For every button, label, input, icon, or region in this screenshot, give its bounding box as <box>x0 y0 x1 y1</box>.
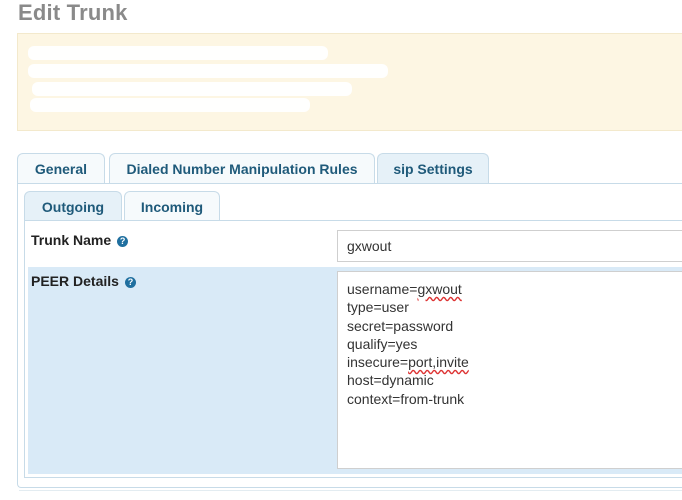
peer-details-textarea[interactable]: username=gxwout type=user secret=passwor… <box>337 271 682 469</box>
peer-line: type=user <box>347 299 409 316</box>
redacted-text <box>32 82 352 96</box>
tab-label: Incoming <box>140 199 204 215</box>
tab-outgoing[interactable]: Outgoing <box>24 191 122 222</box>
peer-line: username=gxwout <box>347 281 462 297</box>
redacted-text <box>30 98 310 112</box>
peer-line: qualify=yes <box>347 335 418 352</box>
peer-details-label: PEER Details? <box>31 273 136 289</box>
peer-details-label-text: PEER Details <box>31 273 119 289</box>
trunk-name-label-text: Trunk Name <box>31 232 112 248</box>
peer-line: host=dynamic <box>347 372 434 389</box>
redacted-text <box>28 64 388 78</box>
trunk-name-label: Trunk Name? <box>31 232 129 248</box>
page-title: Edit Trunk <box>18 0 128 25</box>
tab-label: Outgoing <box>41 199 105 215</box>
redacted-text <box>28 46 328 60</box>
tab-label: Dialed Number Manipulation Rules <box>126 161 358 177</box>
peer-line: context=from-trunk <box>347 390 465 407</box>
notice-banner <box>17 33 682 131</box>
panel-shadow <box>19 490 682 495</box>
question-circle-icon[interactable]: ? <box>124 277 136 288</box>
tab-label: sip Settings <box>393 161 473 177</box>
tab-dialed-number-rules[interactable]: Dialed Number Manipulation Rules <box>109 153 375 184</box>
peer-line: insecure=port,invite <box>347 354 469 371</box>
trunk-name-input[interactable] <box>337 230 682 262</box>
question-circle-icon[interactable]: ? <box>117 236 129 247</box>
peer-details-row <box>28 267 338 474</box>
tab-sip-settings[interactable]: sip Settings <box>377 153 489 185</box>
tab-general[interactable]: General <box>17 153 105 184</box>
tab-incoming[interactable]: Incoming <box>124 191 220 221</box>
tab-label: General <box>34 161 88 177</box>
peer-line: secret=password <box>347 317 454 334</box>
